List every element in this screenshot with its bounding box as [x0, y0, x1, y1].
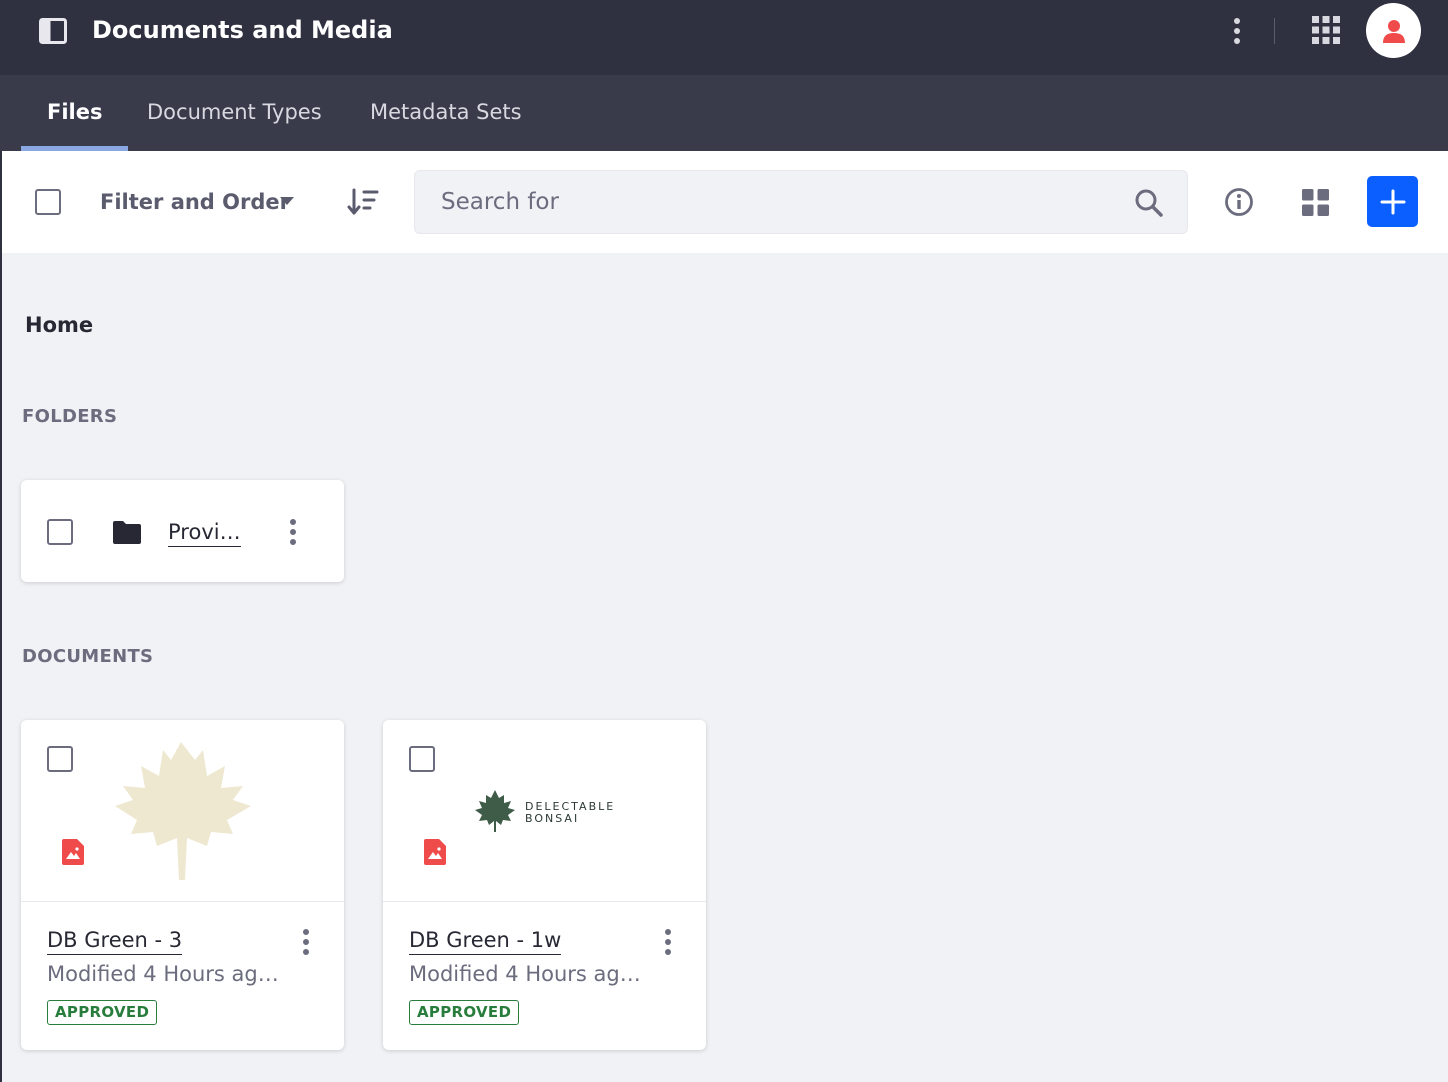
- folders-section-label: FOLDERS: [22, 406, 118, 427]
- document-checkbox[interactable]: [47, 746, 73, 772]
- bonsai-logo-text: DELECTABLE BONSAI: [525, 801, 615, 825]
- filter-and-order-dropdown[interactable]: Filter and Order: [100, 187, 290, 217]
- folder-card[interactable]: Provi…: [21, 480, 344, 582]
- tab-metadata-sets[interactable]: Metadata Sets: [370, 75, 522, 151]
- document-actions-kebab-icon[interactable]: [301, 928, 311, 956]
- document-modified-text: Modified 4 Hours ag…: [47, 962, 279, 986]
- product-menu-icon[interactable]: [39, 18, 67, 44]
- sort-icon[interactable]: [347, 188, 379, 216]
- search-bar: [414, 170, 1188, 234]
- app-header: Documents and Media: [0, 0, 1448, 75]
- bonsai-leaf-logo: [475, 790, 515, 832]
- add-button[interactable]: [1367, 176, 1418, 227]
- document-title-link[interactable]: DB Green - 3: [47, 926, 183, 955]
- breadcrumb: Home: [25, 313, 94, 337]
- logo-text-line: BONSAI: [525, 812, 580, 825]
- info-icon[interactable]: [1224, 187, 1254, 217]
- document-checkbox[interactable]: [409, 746, 435, 772]
- document-modified-text: Modified 4 Hours ag…: [409, 962, 641, 986]
- folder-name-link[interactable]: Provi…: [168, 518, 241, 547]
- document-title-link[interactable]: DB Green - 1w: [409, 926, 562, 955]
- kebab-icon[interactable]: [1225, 16, 1249, 46]
- image-file-icon: [62, 839, 84, 865]
- cards-view-icon[interactable]: [1302, 189, 1329, 216]
- documents-section-label: DOCUMENTS: [22, 646, 154, 667]
- tab-files[interactable]: Files: [20, 75, 130, 151]
- tab-document-types[interactable]: Document Types: [147, 75, 322, 151]
- apps-grid-icon[interactable]: [1312, 16, 1340, 44]
- folder-actions-kebab-icon[interactable]: [288, 518, 298, 546]
- user-avatar-icon: [1382, 19, 1405, 43]
- user-avatar[interactable]: [1366, 3, 1421, 58]
- maple-leaf-image: [115, 742, 251, 880]
- status-badge: APPROVED: [47, 1000, 158, 1025]
- content-border: [0, 253, 2, 1082]
- management-toolbar: Filter and Order: [0, 151, 1448, 253]
- folder-checkbox[interactable]: [47, 519, 73, 545]
- header-divider: [1274, 18, 1275, 44]
- document-card[interactable]: DELECTABLE BONSAI DB Green - 1w Modified…: [383, 720, 706, 1050]
- folder-icon: [113, 521, 141, 544]
- app-title: Documents and Media: [92, 16, 393, 44]
- search-icon[interactable]: [1134, 188, 1164, 218]
- document-thumbnail[interactable]: DELECTABLE BONSAI: [383, 720, 706, 902]
- status-badge: APPROVED: [409, 1000, 520, 1025]
- document-card[interactable]: DB Green - 3 Modified 4 Hours ag… APPROV…: [21, 720, 344, 1050]
- document-actions-kebab-icon[interactable]: [663, 928, 673, 956]
- plus-icon: [1380, 189, 1405, 214]
- document-thumbnail[interactable]: [21, 720, 344, 902]
- caret-down-icon[interactable]: [280, 197, 294, 205]
- image-file-icon: [424, 839, 446, 865]
- search-input[interactable]: [415, 171, 1115, 233]
- navigation-tabs: Files Document Types Metadata Sets: [0, 75, 1448, 151]
- select-all-checkbox[interactable]: [35, 189, 61, 215]
